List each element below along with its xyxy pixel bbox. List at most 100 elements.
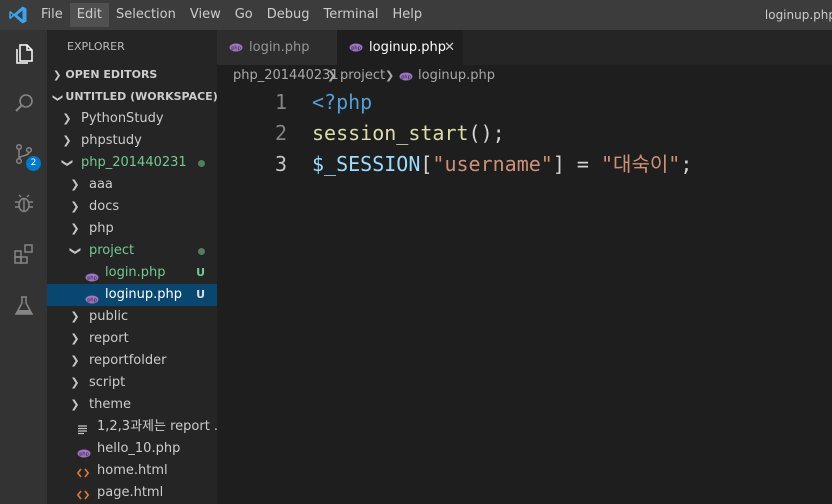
explorer-header: EXPLORER xyxy=(67,40,125,53)
tab-bar: php login.php php loginup.php ✕ xyxy=(217,30,832,65)
breadcrumb: php_201440231 ❯ project ❯ php loginup.ph… xyxy=(217,65,832,87)
title-bar: File Edit Selection View Go Debug Terminal Help… xyxy=(0,0,832,30)
tab-label: login.php xyxy=(249,40,310,55)
php-file-icon: php xyxy=(349,43,363,52)
folder-item[interactable]: ❯ report xyxy=(47,328,217,350)
source-control-icon[interactable]: 2 xyxy=(0,134,47,174)
code-line[interactable]: 2 session_start(); xyxy=(217,118,832,149)
file-item[interactable]: php loginup.php U xyxy=(47,284,217,306)
code-text: session_start(); xyxy=(312,118,505,149)
code-token: ] = xyxy=(552,152,602,176)
chevron-right-icon: ❯ xyxy=(70,222,80,235)
line-number: 3 xyxy=(274,152,287,176)
file-item[interactable]: home.html xyxy=(47,460,217,482)
extensions-icon[interactable] xyxy=(0,234,47,274)
chevron-right-icon: ❯ xyxy=(70,310,80,323)
code-token: [ xyxy=(420,152,433,176)
chevron-right-icon: ❯ xyxy=(70,354,80,367)
tree-item-label: login.php xyxy=(105,265,166,280)
tree-item-label: public xyxy=(89,309,129,324)
chevron-right-icon: ❯ xyxy=(70,376,80,389)
explorer-icon[interactable] xyxy=(0,34,47,74)
folder-item[interactable]: ❯ theme xyxy=(47,394,217,416)
tree-item-label: project xyxy=(89,243,135,258)
tree-item-label: home.html xyxy=(97,463,168,478)
chevron-right-icon: ❯ xyxy=(70,178,80,191)
code-text: <?php xyxy=(312,87,372,118)
scm-badge: 2 xyxy=(26,156,41,171)
file-item[interactable]: 1,2,3과제는 report ... xyxy=(47,416,217,438)
menu-edit[interactable]: Edit xyxy=(69,3,109,27)
menu-terminal[interactable]: Terminal xyxy=(317,3,386,27)
tree-item-label: docs xyxy=(89,199,120,214)
git-status-badge: U xyxy=(196,266,205,279)
file-tree: ❯ PythonStudy ❯ phpstudy ❯ php_201440231 ❯ aaa ❯… xyxy=(47,108,217,504)
tree-item-label: 1,2,3과제는 report ... xyxy=(97,419,217,434)
folder-item[interactable]: ❯ phpstudy xyxy=(47,130,217,152)
svg-text:php: php xyxy=(87,275,97,281)
vscode-logo-icon xyxy=(9,6,27,24)
open-editors-section[interactable]: ❯ OPEN EDITORS xyxy=(47,64,217,86)
breadcrumb-item[interactable]: project xyxy=(340,65,385,87)
tree-item-label: phpstudy xyxy=(81,133,142,148)
code-text: $_SESSION["username"] = "대숙이"; xyxy=(312,149,692,180)
chevron-right-icon: ❯ xyxy=(70,200,80,213)
search-icon[interactable] xyxy=(0,83,47,123)
php-file-icon: php xyxy=(399,72,413,81)
code-token: (); xyxy=(468,121,505,145)
test-flask-icon[interactable] xyxy=(0,286,47,326)
tab-login-php[interactable]: php login.php xyxy=(217,30,337,65)
menu-file[interactable]: File xyxy=(34,3,70,27)
chevron-right-icon: ❯ xyxy=(70,398,80,411)
menu-help[interactable]: Help xyxy=(385,3,429,27)
folder-item[interactable]: ❯ aaa xyxy=(47,174,217,196)
code-line[interactable]: 1 <?php xyxy=(217,87,832,118)
tree-item-label: script xyxy=(89,375,126,390)
code-line[interactable]: 3 $_SESSION["username"] = "대숙이"; xyxy=(217,149,832,180)
folder-item[interactable]: ❯ public xyxy=(47,306,217,328)
tree-item-label: hello_10.php xyxy=(97,441,181,456)
menu-view[interactable]: View xyxy=(183,3,228,27)
chevron-right-icon: ❯ xyxy=(62,134,72,147)
line-number: 2 xyxy=(274,121,287,145)
line-number: 1 xyxy=(274,90,287,114)
chevron-down-icon: ❯ xyxy=(69,246,82,256)
folder-item[interactable]: ❯ PythonStudy xyxy=(47,108,217,130)
tree-item-label: php_201440231 xyxy=(81,155,187,170)
folder-item[interactable]: ❯ php xyxy=(47,218,217,240)
file-item[interactable]: page.html xyxy=(47,482,217,504)
menu-go[interactable]: Go xyxy=(228,3,260,27)
tree-item-label: php xyxy=(89,221,114,236)
code-token: session_start xyxy=(312,121,469,145)
folder-item[interactable]: ❯ docs xyxy=(47,196,217,218)
menu-selection[interactable]: Selection xyxy=(109,3,183,27)
chevron-right-icon: ❯ xyxy=(385,69,395,82)
chevron-right-icon: ❯ xyxy=(53,70,62,81)
open-editors-label: OPEN EDITORS xyxy=(65,68,158,81)
menu-debug[interactable]: Debug xyxy=(260,3,317,27)
chevron-down-icon: ❯ xyxy=(52,93,64,103)
chevron-down-icon: ❯ xyxy=(61,158,74,168)
breadcrumb-item[interactable]: php_201440231 xyxy=(233,65,339,87)
file-item[interactable]: php login.php U xyxy=(47,262,217,284)
activity-bar: 2 xyxy=(0,30,47,504)
code-editor[interactable]: 1 <?php 2 session_start(); 3 $_SESSION["usern… xyxy=(217,87,832,180)
tree-item-label: report xyxy=(89,331,129,346)
folder-item[interactable]: ❯ script xyxy=(47,372,217,394)
breadcrumb-item[interactable]: loginup.php xyxy=(418,65,495,87)
folder-item[interactable]: ❯ reportfolder xyxy=(47,350,217,372)
explorer-sidebar: EXPLORER ❯ OPEN EDITORS ❯ UNTITLED (WORKSP… xyxy=(47,30,217,504)
folder-item[interactable]: ❯ project xyxy=(47,240,217,262)
workspace-section[interactable]: ❯ UNTITLED (WORKSPACE) xyxy=(47,86,217,108)
folder-item[interactable]: ❯ php_201440231 xyxy=(47,152,217,174)
chevron-right-icon: ❯ xyxy=(70,332,80,345)
debug-icon[interactable] xyxy=(0,184,47,224)
svg-text:php: php xyxy=(351,45,361,51)
menu-bar: File Edit Selection View Go Debug Terminal Help xyxy=(34,0,429,30)
file-item[interactable]: php hello_10.php xyxy=(47,438,217,460)
code-token: "username" xyxy=(432,152,553,176)
tab-loginup-php[interactable]: php loginup.php ✕ xyxy=(337,30,463,65)
close-icon[interactable]: ✕ xyxy=(444,30,455,65)
svg-text:php: php xyxy=(231,45,241,51)
code-token: ; xyxy=(680,152,693,176)
